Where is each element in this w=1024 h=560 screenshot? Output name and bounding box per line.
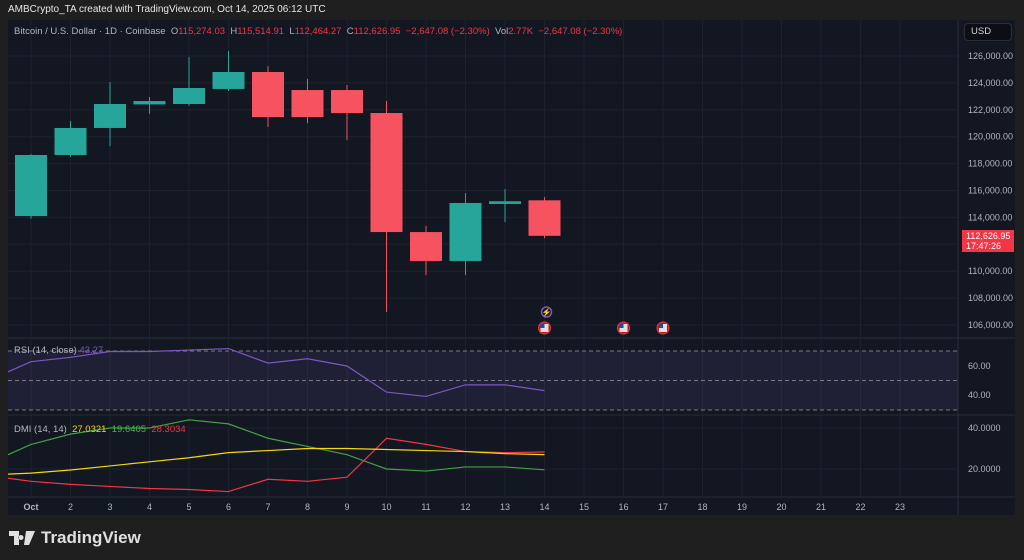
time-axis-label: 3 xyxy=(107,502,112,512)
candle-body xyxy=(212,72,245,89)
candle-body xyxy=(94,104,126,128)
candle-body xyxy=(528,200,561,236)
time-axis-label: 19 xyxy=(737,502,747,512)
candle-body xyxy=(291,90,324,118)
adx-value: 27.0321 xyxy=(72,424,107,435)
dmi-legend[interactable]: DMI (14, 14) 27.0321 19.6405 28.3034 xyxy=(14,424,186,435)
time-axis-label: 22 xyxy=(855,502,865,512)
close-value: 112,626.95 xyxy=(353,26,401,37)
candle-body xyxy=(133,101,166,105)
time-axis-label: 18 xyxy=(697,502,707,512)
dmi-axis-label: 40.0000 xyxy=(968,423,1001,433)
time-axis-label: 10 xyxy=(381,502,391,512)
dmi-axis-label: 20.0000 xyxy=(968,464,1001,474)
time-axis-label: 20 xyxy=(776,502,786,512)
time-axis-label: 15 xyxy=(579,502,589,512)
time-axis-label: 14 xyxy=(539,502,549,512)
candle-body xyxy=(15,154,47,217)
minus-di-value: 28.3034 xyxy=(151,424,186,435)
open-value: 115,274.03 xyxy=(178,26,226,37)
dmi-label: DMI (14, 14) xyxy=(14,424,67,435)
tradingview-logo: TradingView xyxy=(9,528,141,548)
last-price-tag: 112,626.95 17:47:26 xyxy=(962,230,1014,252)
price-axis-label: 108,000.00 xyxy=(968,293,1013,303)
time-axis-label: 12 xyxy=(460,502,470,512)
time-axis-label: 13 xyxy=(500,502,510,512)
plus-di-value: 19.6405 xyxy=(111,424,147,435)
price-axis-label: 122,000.00 xyxy=(968,105,1013,115)
price-axis-label: 118,000.00 xyxy=(968,159,1012,169)
low-value: 112,464.27 xyxy=(294,26,342,37)
price-axis-label: 126,000.00 xyxy=(968,51,1013,61)
price-axis-label: 110,000.00 xyxy=(968,266,1012,276)
rsi-value: 43.27 xyxy=(79,345,104,356)
adx-line xyxy=(7,447,545,475)
rsi-legend[interactable]: RSI (14, close) 43.27 xyxy=(14,345,103,356)
flag-canton xyxy=(619,324,624,328)
tradingview-logo-text: TradingView xyxy=(41,528,141,547)
last-price: 112,626.95 xyxy=(966,231,1011,241)
time-axis-label: 23 xyxy=(895,502,905,512)
time-axis-label: 6 xyxy=(226,502,231,512)
rsi-label: RSI (14, close) xyxy=(14,345,77,356)
chart-canvas[interactable]: Oct 2 3 4 5 6 7 8 9 10 11 12 13 14 15 16 17 18 19 20 21 22 231… xyxy=(0,0,1024,560)
time-axis-label: 4 xyxy=(147,502,152,512)
time-axis-label: 7 xyxy=(265,502,270,512)
tradingview-logo-icon xyxy=(9,531,35,545)
price-axis-label: 114,000.00 xyxy=(968,212,1012,222)
flag-canton xyxy=(659,324,663,328)
bar-countdown: 17:47:26 xyxy=(966,241,1002,251)
candle-body xyxy=(489,201,521,204)
time-axis-label: 17 xyxy=(658,502,668,512)
time-axis-label: 5 xyxy=(186,502,191,512)
flag-canton xyxy=(540,324,545,328)
vol-value: 2.77K xyxy=(508,26,534,37)
rsi-axis-label: 60.00 xyxy=(968,361,991,371)
candle-body xyxy=(331,90,363,114)
candle-body xyxy=(410,232,442,261)
price-axis-label: 116,000.00 xyxy=(968,186,1012,196)
price-axis-label: 124,000.00 xyxy=(968,78,1013,88)
candle-body xyxy=(173,88,205,105)
change-value: −2,647.08 (−2.30%) xyxy=(405,26,490,37)
time-axis-label: 16 xyxy=(618,502,628,512)
time-axis-label: 8 xyxy=(305,502,310,512)
price-axis-label: 120,000.00 xyxy=(968,132,1013,142)
time-axis-label: 11 xyxy=(421,502,430,512)
close-label: C xyxy=(346,26,354,37)
time-axis-label: 2 xyxy=(68,502,73,512)
symbol-name[interactable]: Bitcoin / U.S. Dollar · 1D · Coinbase xyxy=(14,26,166,37)
minus-di-line xyxy=(7,437,545,493)
lightning-glyph: ⚡ xyxy=(542,307,552,317)
candle-body xyxy=(252,72,284,118)
time-axis-label: 9 xyxy=(344,502,349,512)
candle-body xyxy=(54,127,87,155)
candle-body xyxy=(370,113,403,233)
high-value: 115,514.91 xyxy=(237,26,285,37)
time-axis-label: Oct xyxy=(23,502,38,512)
price-axis-label: 106,000.00 xyxy=(968,320,1013,330)
candle-body xyxy=(449,203,482,261)
rsi-axis-label: 40.00 xyxy=(968,390,991,400)
symbol-legend: Bitcoin / U.S. Dollar · 1D · Coinbase O1… xyxy=(14,26,622,37)
vol-label: Vol xyxy=(495,26,509,37)
vol-change-value: −2,647.08 (−2.30%) xyxy=(538,26,623,37)
currency-button[interactable]: USD xyxy=(964,23,1012,41)
time-axis-label: 21 xyxy=(816,502,826,512)
